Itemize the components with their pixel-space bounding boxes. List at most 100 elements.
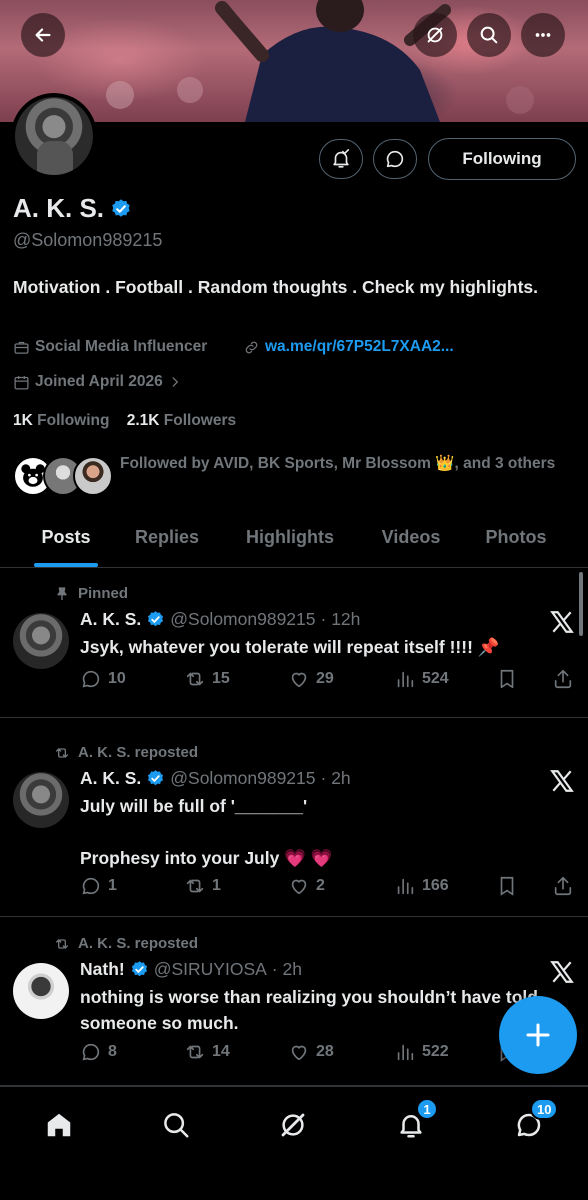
grok-icon [427, 27, 443, 43]
reply-button[interactable]: 10 [80, 668, 126, 690]
post-handle[interactable]: @SIRUYIOSA [154, 959, 267, 980]
post-item[interactable]: A. K. S. reposted A. K. S. @Solomon98921… [0, 718, 588, 917]
bookmark-button[interactable] [496, 668, 518, 690]
repost-icon [186, 672, 204, 686]
x-logo-icon [550, 770, 574, 792]
notifications-subscribe-button[interactable] [319, 139, 363, 179]
views-icon [397, 878, 414, 895]
more-button[interactable] [521, 13, 565, 57]
post-header: A. K. S. @Solomon989215 · 12h [80, 609, 360, 630]
share-button[interactable] [552, 875, 574, 897]
post-avatar[interactable] [13, 963, 69, 1019]
profile-page: Following A. K. S. @Solomon989215 Motiva… [0, 0, 588, 1200]
reply-button[interactable]: 8 [80, 1041, 117, 1063]
bookmark-button[interactable] [496, 875, 518, 897]
post-header: Nath! @SIRUYIOSA · 2h [80, 959, 302, 980]
nav-grok[interactable] [273, 1105, 313, 1145]
post-avatar[interactable] [13, 613, 69, 669]
link-text[interactable]: wa.me/qr/67P52L7XAA2... [265, 338, 454, 356]
post-actions: 10 15 29 524 [80, 668, 576, 694]
like-button[interactable]: 2 [288, 875, 325, 897]
profile-avatar[interactable] [11, 93, 97, 179]
repost-button[interactable]: 15 [184, 668, 230, 690]
verified-badge-icon[interactable] [110, 198, 132, 220]
message-icon [386, 150, 404, 168]
heart-icon [291, 672, 307, 688]
profile-handle: @Solomon989215 [13, 230, 163, 250]
nav-search[interactable] [156, 1105, 196, 1145]
followed-by-text[interactable]: Followed by AVID, BK Sports, Mr Blossom … [120, 452, 560, 476]
tab-videos[interactable]: Videos [378, 516, 444, 568]
verified-badge-icon [131, 961, 147, 977]
views-button[interactable]: 524 [394, 668, 449, 690]
followers-stat[interactable]: 2.1K Followers [127, 412, 236, 429]
tab-replies[interactable]: Replies [132, 516, 202, 568]
nav-home[interactable] [39, 1105, 79, 1145]
post-avatar[interactable] [13, 772, 69, 828]
tab-highlights[interactable]: Highlights [202, 516, 378, 568]
grok-button[interactable] [413, 13, 457, 57]
like-button[interactable]: 28 [288, 1041, 334, 1063]
back-button[interactable] [21, 13, 65, 57]
reply-button[interactable]: 1 [80, 875, 117, 897]
post-handle[interactable]: @Solomon989215 [170, 609, 315, 630]
messages-badge: 10 [530, 1098, 559, 1120]
tab-photos[interactable]: Photos [444, 516, 588, 568]
views-button[interactable]: 166 [394, 875, 449, 897]
bell-check-icon [333, 149, 350, 168]
profile-stats: 1K Following 2.1K Followers [13, 412, 236, 430]
tab-posts[interactable]: Posts [0, 516, 132, 568]
post-author-name[interactable]: A. K. S. [80, 768, 141, 789]
following-stat[interactable]: 1K Following [13, 412, 109, 429]
post-item[interactable]: A. K. S. reposted Nath! @SIRUYIOSA · 2h … [0, 917, 588, 1086]
bookmark-icon [500, 876, 514, 896]
post-text: July will be full of '_______' Prophesy … [80, 796, 333, 868]
follower-avatar [73, 456, 113, 496]
profile-joined[interactable]: Joined April 2026 [13, 373, 182, 391]
reply-icon [82, 877, 100, 895]
category-label: Social Media Influencer [35, 338, 208, 355]
repost-button[interactable]: 14 [184, 1041, 230, 1063]
share-icon [554, 876, 572, 896]
search-button[interactable] [467, 13, 511, 57]
views-button[interactable]: 522 [394, 1041, 449, 1063]
link-icon [245, 341, 258, 353]
pin-icon [57, 586, 67, 600]
search-icon [164, 1113, 189, 1138]
arrow-left-icon [35, 28, 51, 42]
grok-icon [281, 1113, 305, 1137]
like-button[interactable]: 29 [288, 668, 334, 690]
following-button[interactable]: Following [428, 138, 576, 180]
post-handle[interactable]: @Solomon989215 [170, 768, 315, 789]
reply-icon [82, 670, 100, 688]
profile-name: A. K. S. [13, 193, 105, 223]
post-author-name[interactable]: Nath! [80, 959, 125, 980]
x-logo-icon [550, 611, 574, 633]
followed-by-avatars[interactable] [13, 456, 113, 498]
reply-icon [82, 1043, 100, 1061]
profile-bio: Motivation . Football . Random thoughts … [13, 277, 538, 297]
repost-context: A. K. S. reposted [54, 744, 198, 761]
post-header: A. K. S. @Solomon989215 · 2h [80, 768, 351, 789]
share-button[interactable] [552, 668, 574, 690]
bottom-navigation: 1 10 [0, 1086, 588, 1200]
compose-button[interactable] [499, 996, 577, 1074]
post-time: · 2h [320, 768, 351, 788]
views-icon [397, 671, 414, 688]
post-item[interactable]: Pinned A. K. S. @Solomon989215 · 12h Jsy… [0, 568, 588, 718]
search-icon [480, 26, 498, 44]
chevron-right-icon [172, 377, 179, 387]
post-time: · 2h [271, 959, 302, 979]
repost-context: A. K. S. reposted [54, 935, 198, 952]
repost-icon [56, 938, 68, 949]
repost-button[interactable]: 1 [184, 875, 221, 897]
briefcase-icon [14, 341, 29, 354]
bookmark-icon [500, 669, 514, 689]
profile-category: Social Media Influencer [13, 338, 207, 356]
post-text: Jsyk, whatever you tolerate will repeat … [80, 637, 500, 657]
post-actions: 1 1 2 166 [80, 875, 576, 901]
profile-link[interactable]: wa.me/qr/67P52L7XAA2... [243, 338, 454, 356]
views-icon [397, 1044, 414, 1061]
post-author-name[interactable]: A. K. S. [80, 609, 141, 630]
message-button[interactable] [373, 139, 417, 179]
